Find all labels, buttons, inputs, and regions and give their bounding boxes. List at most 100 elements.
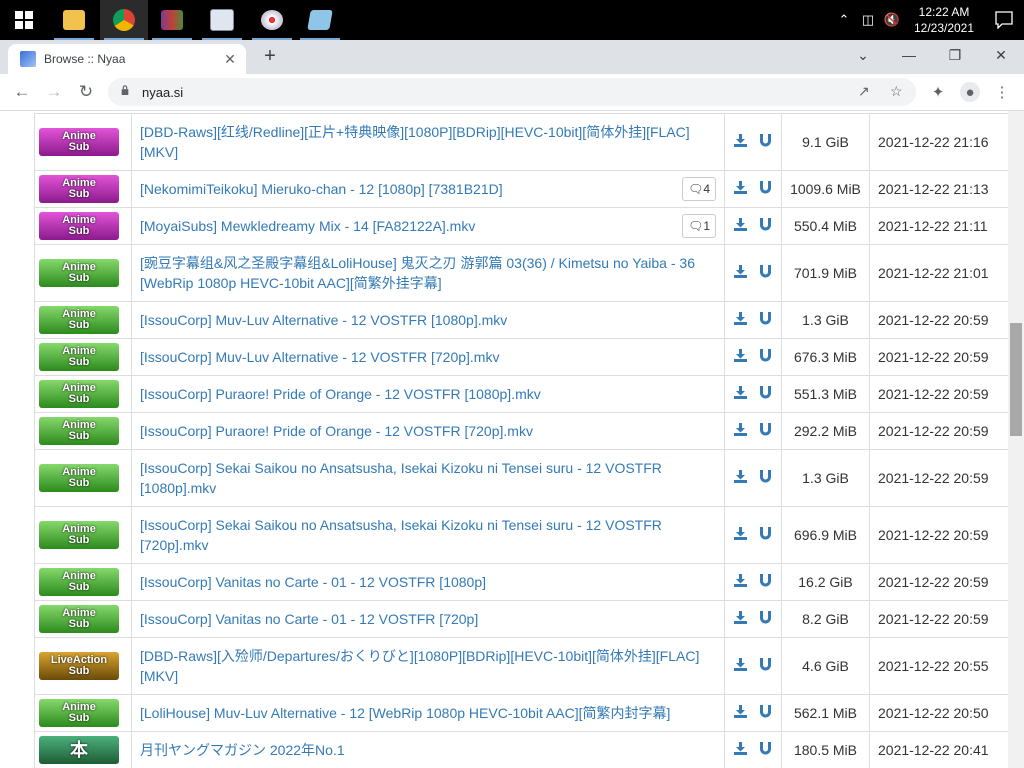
windows-start-icon[interactable] bbox=[0, 0, 48, 40]
file-explorer-icon[interactable] bbox=[50, 0, 98, 40]
category-label-bottom: Sub bbox=[68, 225, 90, 237]
torrent-name-link[interactable]: [IssouCorp] Sekai Saikou no Ansatsusha, … bbox=[140, 458, 716, 498]
category-badge[interactable]: Anime Sub bbox=[39, 212, 119, 240]
download-icon[interactable] bbox=[734, 470, 748, 486]
download-icon[interactable] bbox=[734, 423, 748, 439]
torrent-name-link[interactable]: [IssouCorp] Puraore! Pride of Orange - 1… bbox=[140, 384, 716, 404]
minimize-icon[interactable]: — bbox=[886, 40, 932, 70]
comments-badge[interactable]: 🗨4 bbox=[682, 177, 716, 201]
notepad-icon[interactable] bbox=[296, 0, 344, 40]
share-icon[interactable]: ↗ bbox=[858, 83, 870, 100]
category-badge[interactable]: Anime Sub bbox=[39, 128, 119, 156]
category-badge[interactable]: Anime Sub bbox=[39, 343, 119, 371]
download-icon[interactable] bbox=[734, 705, 748, 721]
torrent-name-link[interactable]: [IssouCorp] Puraore! Pride of Orange - 1… bbox=[140, 421, 716, 441]
magnet-icon[interactable] bbox=[759, 742, 772, 758]
menu-kebab-icon[interactable]: ⋮ bbox=[990, 80, 1014, 104]
download-icon[interactable] bbox=[734, 611, 748, 627]
download-icon[interactable] bbox=[734, 218, 748, 234]
magnet-icon[interactable] bbox=[759, 265, 772, 281]
chevron-up-icon[interactable]: ⌃ bbox=[834, 12, 854, 28]
download-icon[interactable] bbox=[734, 312, 748, 328]
download-icon[interactable] bbox=[734, 574, 748, 590]
back-icon[interactable]: ← bbox=[10, 80, 34, 104]
torrent-name-link[interactable]: 月刊ヤングマガジン 2022年No.1 bbox=[140, 740, 716, 760]
torrent-name-link[interactable]: [IssouCorp] Muv-Luv Alternative - 12 VOS… bbox=[140, 347, 716, 367]
torrent-name-link[interactable]: [IssouCorp] Muv-Luv Alternative - 12 VOS… bbox=[140, 310, 716, 330]
magnet-icon[interactable] bbox=[759, 611, 772, 627]
winrar-icon[interactable] bbox=[148, 0, 196, 40]
torrent-name-link[interactable]: [IssouCorp] Vanitas no Carte - 01 - 12 V… bbox=[140, 572, 716, 592]
reload-icon[interactable]: ↻ bbox=[74, 80, 98, 104]
maximize-icon[interactable]: ❐ bbox=[932, 40, 978, 70]
address-bar[interactable]: nyaa.si ↗ ☆ bbox=[108, 78, 916, 106]
name-cell: 月刊ヤングマガジン 2022年No.1 bbox=[131, 731, 725, 768]
category-badge[interactable]: 本 bbox=[39, 736, 119, 764]
magnet-icon[interactable] bbox=[759, 658, 772, 674]
torrent-name-link[interactable]: [DBD-Raws][红线/Redline][正片+特典映像][1080P][B… bbox=[140, 122, 716, 162]
magnet-icon[interactable] bbox=[759, 574, 772, 590]
category-badge[interactable]: Anime Sub bbox=[39, 699, 119, 727]
download-icon[interactable] bbox=[734, 527, 748, 543]
torrent-name-link[interactable]: [IssouCorp] Vanitas no Carte - 01 - 12 V… bbox=[140, 609, 716, 629]
torrent-name-link[interactable]: [豌豆字幕组&风之圣殿字幕组&LoliHouse] 鬼灭之刃 游郭篇 03(36… bbox=[140, 253, 716, 293]
download-icon[interactable] bbox=[734, 349, 748, 365]
network-icon[interactable]: ◫ bbox=[858, 12, 878, 28]
torrent-name-link[interactable]: [NekomimiTeikoku] Mieruko-chan - 12 [108… bbox=[140, 179, 682, 199]
magnet-icon[interactable] bbox=[759, 423, 772, 439]
download-icon[interactable] bbox=[734, 181, 748, 197]
close-window-icon[interactable]: ✕ bbox=[978, 40, 1024, 70]
forward-icon[interactable]: → bbox=[42, 80, 66, 104]
chrome-icon[interactable] bbox=[100, 0, 148, 40]
category-badge[interactable]: Anime Sub bbox=[39, 417, 119, 445]
category-badge[interactable]: Anime Sub bbox=[39, 568, 119, 596]
torrent-name-link[interactable]: [LoliHouse] Muv-Luv Alternative - 12 [We… bbox=[140, 703, 716, 723]
tab-close-icon[interactable]: ✕ bbox=[220, 51, 240, 68]
category-cell: Anime Sub bbox=[34, 412, 132, 450]
links-cell bbox=[724, 694, 782, 732]
download-icon[interactable] bbox=[734, 134, 748, 150]
app-icon[interactable] bbox=[198, 0, 246, 40]
paint-icon[interactable] bbox=[248, 0, 296, 40]
tab-search-icon[interactable]: ⌄ bbox=[840, 40, 886, 70]
magnet-icon[interactable] bbox=[759, 527, 772, 543]
browser-tab[interactable]: Browse :: Nyaa ✕ bbox=[8, 44, 246, 74]
magnet-icon[interactable] bbox=[759, 312, 772, 328]
magnet-icon[interactable] bbox=[759, 218, 772, 234]
category-badge[interactable]: Anime Sub bbox=[39, 380, 119, 408]
scrollbar-thumb[interactable] bbox=[1010, 323, 1022, 436]
category-cell: Anime Sub bbox=[34, 207, 132, 245]
bookmark-star-icon[interactable]: ☆ bbox=[890, 83, 903, 100]
torrent-name-link[interactable]: [DBD-Raws][入殓师/Departures/おくりびと][1080P][… bbox=[140, 646, 716, 686]
download-icon[interactable] bbox=[734, 658, 748, 674]
magnet-icon[interactable] bbox=[759, 181, 772, 197]
category-badge[interactable]: Anime Sub bbox=[39, 175, 119, 203]
category-badge[interactable]: Anime Sub bbox=[39, 521, 119, 549]
comments-badge[interactable]: 🗨1 bbox=[682, 214, 716, 238]
category-badge[interactable]: Anime Sub bbox=[39, 605, 119, 633]
clock[interactable]: 12:22 AM 12/23/2021 bbox=[904, 4, 984, 36]
category-badge[interactable]: Anime Sub bbox=[39, 259, 119, 287]
magnet-icon[interactable] bbox=[759, 705, 772, 721]
magnet-icon[interactable] bbox=[759, 349, 772, 365]
profile-avatar-icon[interactable]: ● bbox=[958, 80, 982, 104]
download-icon[interactable] bbox=[734, 386, 748, 402]
scrollbar[interactable] bbox=[1008, 111, 1024, 768]
name-cell: [IssouCorp] Vanitas no Carte - 01 - 12 V… bbox=[131, 600, 725, 638]
magnet-icon[interactable] bbox=[759, 386, 772, 402]
download-icon[interactable] bbox=[734, 742, 748, 758]
category-badge[interactable]: Anime Sub bbox=[39, 306, 119, 334]
volume-muted-icon[interactable]: 🔇 bbox=[882, 12, 902, 28]
extensions-icon[interactable]: ✦ bbox=[926, 80, 950, 104]
category-badge[interactable]: LiveAction Sub bbox=[39, 652, 119, 680]
download-icon[interactable] bbox=[734, 265, 748, 281]
torrent-name-link[interactable]: [IssouCorp] Sekai Saikou no Ansatsusha, … bbox=[140, 515, 716, 555]
comment-icon: 🗨 bbox=[688, 182, 704, 196]
category-badge[interactable]: Anime Sub bbox=[39, 464, 119, 492]
magnet-icon[interactable] bbox=[759, 470, 772, 486]
torrent-name-link[interactable]: [MoyaiSubs] Mewkledreamy Mix - 14 [FA821… bbox=[140, 216, 682, 236]
new-tab-icon[interactable]: + bbox=[258, 45, 282, 68]
size-cell: 551.3 MiB bbox=[781, 375, 870, 413]
notification-icon[interactable] bbox=[984, 0, 1024, 40]
magnet-icon[interactable] bbox=[759, 134, 772, 150]
